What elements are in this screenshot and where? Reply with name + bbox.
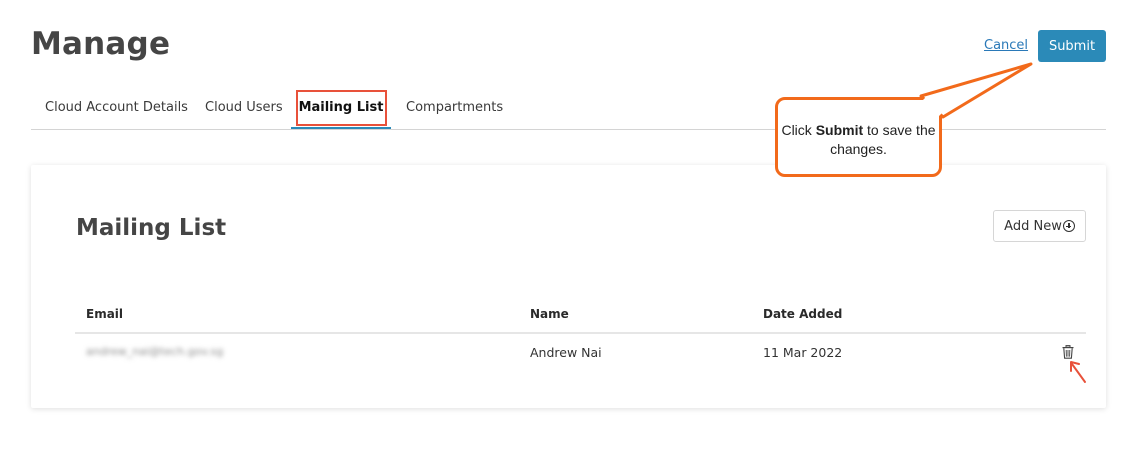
cancel-link[interactable]: Cancel [984, 38, 1028, 53]
add-new-button[interactable]: Add New [993, 210, 1086, 242]
submit-button[interactable]: Submit [1038, 30, 1106, 62]
callout-emphasis: Submit [815, 122, 864, 138]
tab-mailing-list[interactable]: Mailing List [291, 89, 391, 129]
tab-bar: Cloud Account Details Cloud Users Mailin… [31, 89, 1106, 130]
plus-circle-icon [1062, 220, 1075, 232]
tab-compartments[interactable]: Compartments [406, 89, 503, 129]
add-new-label: Add New [1004, 218, 1062, 234]
column-header-date-added: Date Added [763, 307, 843, 321]
table-header: Email Name Date Added [75, 301, 1086, 334]
mailing-list-table: Email Name Date Added andrew_nai@tech.go… [75, 301, 1086, 372]
name-cell: Andrew Nai [530, 345, 602, 360]
card-title: Mailing List [76, 215, 227, 241]
column-header-name: Name [530, 307, 569, 321]
callout-prefix: Click [781, 122, 816, 138]
mailing-list-card: Mailing List Add New Email Name Date Add… [31, 165, 1106, 408]
date-added-cell: 11 Mar 2022 [763, 345, 843, 360]
tab-cloud-account-details[interactable]: Cloud Account Details [45, 89, 188, 129]
trash-icon[interactable] [1062, 345, 1074, 359]
annotation-callout: Click Submit to save the changes. [775, 97, 942, 177]
table-row: andrew_nai@tech.gov.sg Andrew Nai 11 Mar… [75, 334, 1086, 372]
tab-cloud-users[interactable]: Cloud Users [205, 89, 283, 129]
email-cell: andrew_nai@tech.gov.sg [86, 345, 224, 358]
page-title: Manage [31, 26, 171, 62]
tab-highlight-box [296, 90, 387, 126]
column-header-email: Email [86, 307, 124, 321]
